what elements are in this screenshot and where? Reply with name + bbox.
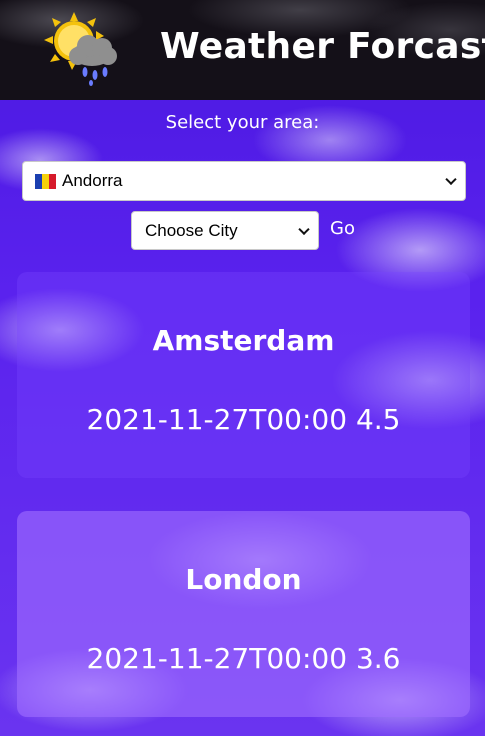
go-button[interactable]: Go [330,218,355,244]
area-label: Select your area: [165,112,320,133]
sun-cloud-rain-icon [44,12,117,86]
card-value: 4.5 [355,403,401,436]
chevron-down-icon [445,173,457,186]
country-select-value: Andorra [62,171,123,190]
chevron-down-icon [298,223,310,235]
page-title: Weather Forcast [160,26,485,67]
card-city-name: Amsterdam [152,324,335,357]
card-time: 2021-11-27T00:00 [86,403,348,436]
card-value: 3.6 [355,642,401,675]
andorra-flag-icon [35,173,56,189]
city-select-value: Choose City [145,220,238,240]
city-select[interactable]: Choose City [131,211,319,250]
country-select[interactable]: Andorra [22,161,466,201]
header: Weather Forcast [0,0,485,100]
card-reading: 2021-11-27T00:00 3.6 [17,642,470,675]
weather-card-amsterdam: Amsterdam 2021-11-27T00:00 4.5 [17,272,470,478]
weather-card-london: London 2021-11-27T00:00 3.6 [17,511,470,717]
card-city-name: London [185,563,302,596]
card-reading: 2021-11-27T00:00 4.5 [17,403,470,436]
card-time: 2021-11-27T00:00 [86,642,348,675]
